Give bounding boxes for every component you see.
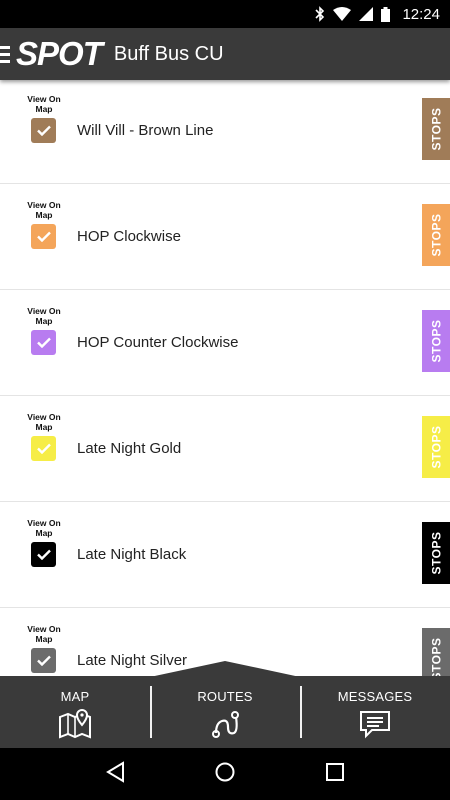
check-icon — [36, 231, 51, 242]
nav-active-indicator — [150, 661, 300, 677]
route-name[interactable]: Will Vill - Brown Line — [77, 122, 213, 139]
routes-icon — [208, 709, 242, 744]
nav-messages[interactable]: MESSAGES — [300, 676, 450, 748]
menu-button[interactable] — [0, 28, 12, 80]
nav-routes[interactable]: ROUTES — [150, 676, 300, 748]
route-checkbox[interactable] — [31, 118, 56, 143]
nav-messages-label: MESSAGES — [337, 689, 413, 704]
system-nav-bar — [0, 748, 450, 800]
message-icon — [358, 709, 392, 744]
route-row: View On Map HOP Clockwise STOPS — [0, 184, 450, 290]
route-checkbox[interactable] — [31, 436, 56, 461]
route-checkbox[interactable] — [31, 648, 56, 673]
route-name[interactable]: Late Night Black — [77, 546, 186, 563]
route-checkbox[interactable] — [31, 224, 56, 249]
stops-button[interactable]: STOPS — [422, 416, 450, 478]
route-name[interactable]: HOP Counter Clockwise — [77, 334, 238, 351]
nav-routes-label: ROUTES — [197, 689, 253, 704]
view-on-map-label: View On Map — [27, 94, 61, 114]
status-time: 12:24 — [402, 5, 440, 23]
app-bar: SPOT Buff Bus CU — [0, 28, 450, 80]
stops-button[interactable]: STOPS — [422, 628, 450, 676]
route-row: View On Map Will Vill - Brown Line STOPS — [0, 80, 450, 184]
view-on-map-label: View On Map — [27, 306, 61, 326]
view-on-map-label: View On Map — [27, 200, 61, 220]
bottom-nav: MAP ROUTES MESSAGES — [0, 676, 450, 748]
route-row: View On Map Late Night Gold STOPS — [0, 396, 450, 502]
check-icon — [36, 443, 51, 454]
spot-logo: SPOT — [16, 35, 103, 72]
stops-button[interactable]: STOPS — [422, 310, 450, 372]
home-icon[interactable] — [214, 761, 236, 788]
route-name[interactable]: HOP Clockwise — [77, 228, 181, 245]
route-row: View On Map Late Night Black STOPS — [0, 502, 450, 608]
stops-button[interactable]: STOPS — [422, 98, 450, 160]
check-icon — [36, 549, 51, 560]
battery-icon — [381, 6, 391, 22]
nav-map[interactable]: MAP — [0, 676, 150, 748]
check-icon — [36, 655, 51, 666]
route-name[interactable]: Late Night Gold — [77, 440, 181, 457]
back-icon[interactable] — [105, 760, 125, 788]
page-title: Buff Bus CU — [113, 42, 224, 65]
recents-icon[interactable] — [325, 762, 345, 787]
check-icon — [36, 125, 51, 136]
check-icon — [36, 337, 51, 348]
stops-button[interactable]: STOPS — [422, 522, 450, 584]
wifi-icon — [333, 7, 352, 21]
route-row: View On Map HOP Counter Clockwise STOPS — [0, 290, 450, 396]
stops-button[interactable]: STOPS — [422, 204, 450, 266]
view-on-map-label: View On Map — [27, 624, 61, 644]
status-bar: 12:24 — [0, 0, 450, 28]
view-on-map-label: View On Map — [27, 518, 61, 538]
nav-map-label: MAP — [60, 689, 90, 704]
route-list: View On Map Will Vill - Brown Line STOPS … — [0, 80, 450, 676]
view-on-map-label: View On Map — [27, 412, 61, 432]
route-checkbox[interactable] — [31, 542, 56, 567]
cell-signal-icon — [359, 7, 374, 21]
route-checkbox[interactable] — [31, 330, 56, 355]
map-icon — [58, 708, 92, 744]
bluetooth-icon — [315, 6, 325, 22]
